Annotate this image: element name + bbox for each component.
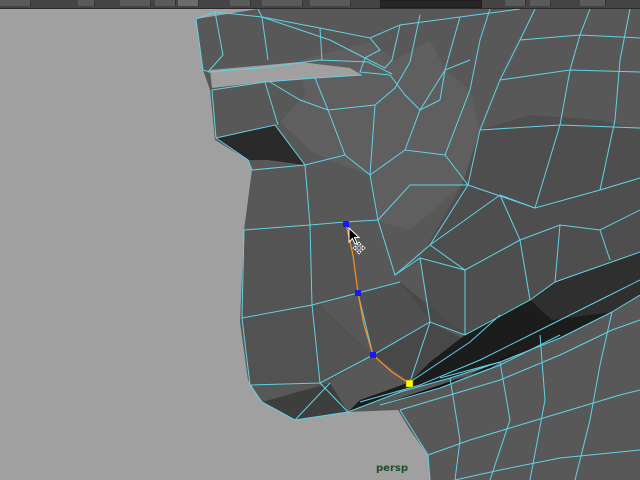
status-toolbar — [0, 0, 640, 9]
snap-icon[interactable] — [120, 0, 151, 6]
display-icon[interactable] — [310, 0, 351, 6]
active-vertex[interactable] — [405, 379, 414, 388]
command-field[interactable] — [380, 0, 482, 8]
render-icon[interactable] — [230, 0, 251, 6]
tool-icon[interactable] — [505, 0, 526, 6]
tool-icon[interactable] — [580, 0, 606, 6]
magnet-icon[interactable] — [178, 0, 199, 6]
selected-vertex[interactable] — [370, 352, 376, 358]
render-icon[interactable] — [262, 0, 303, 6]
selected-vertex[interactable] — [355, 290, 361, 296]
tool-icon[interactable] — [0, 0, 31, 6]
camera-label: persp — [376, 463, 408, 474]
tool-icon[interactable] — [78, 0, 95, 6]
3d-viewport[interactable] — [0, 9, 640, 480]
snap-icon[interactable] — [155, 0, 176, 6]
tool-icon[interactable] — [530, 0, 551, 6]
maya-application: persp — [0, 0, 640, 480]
move-cross-icon — [352, 241, 366, 255]
